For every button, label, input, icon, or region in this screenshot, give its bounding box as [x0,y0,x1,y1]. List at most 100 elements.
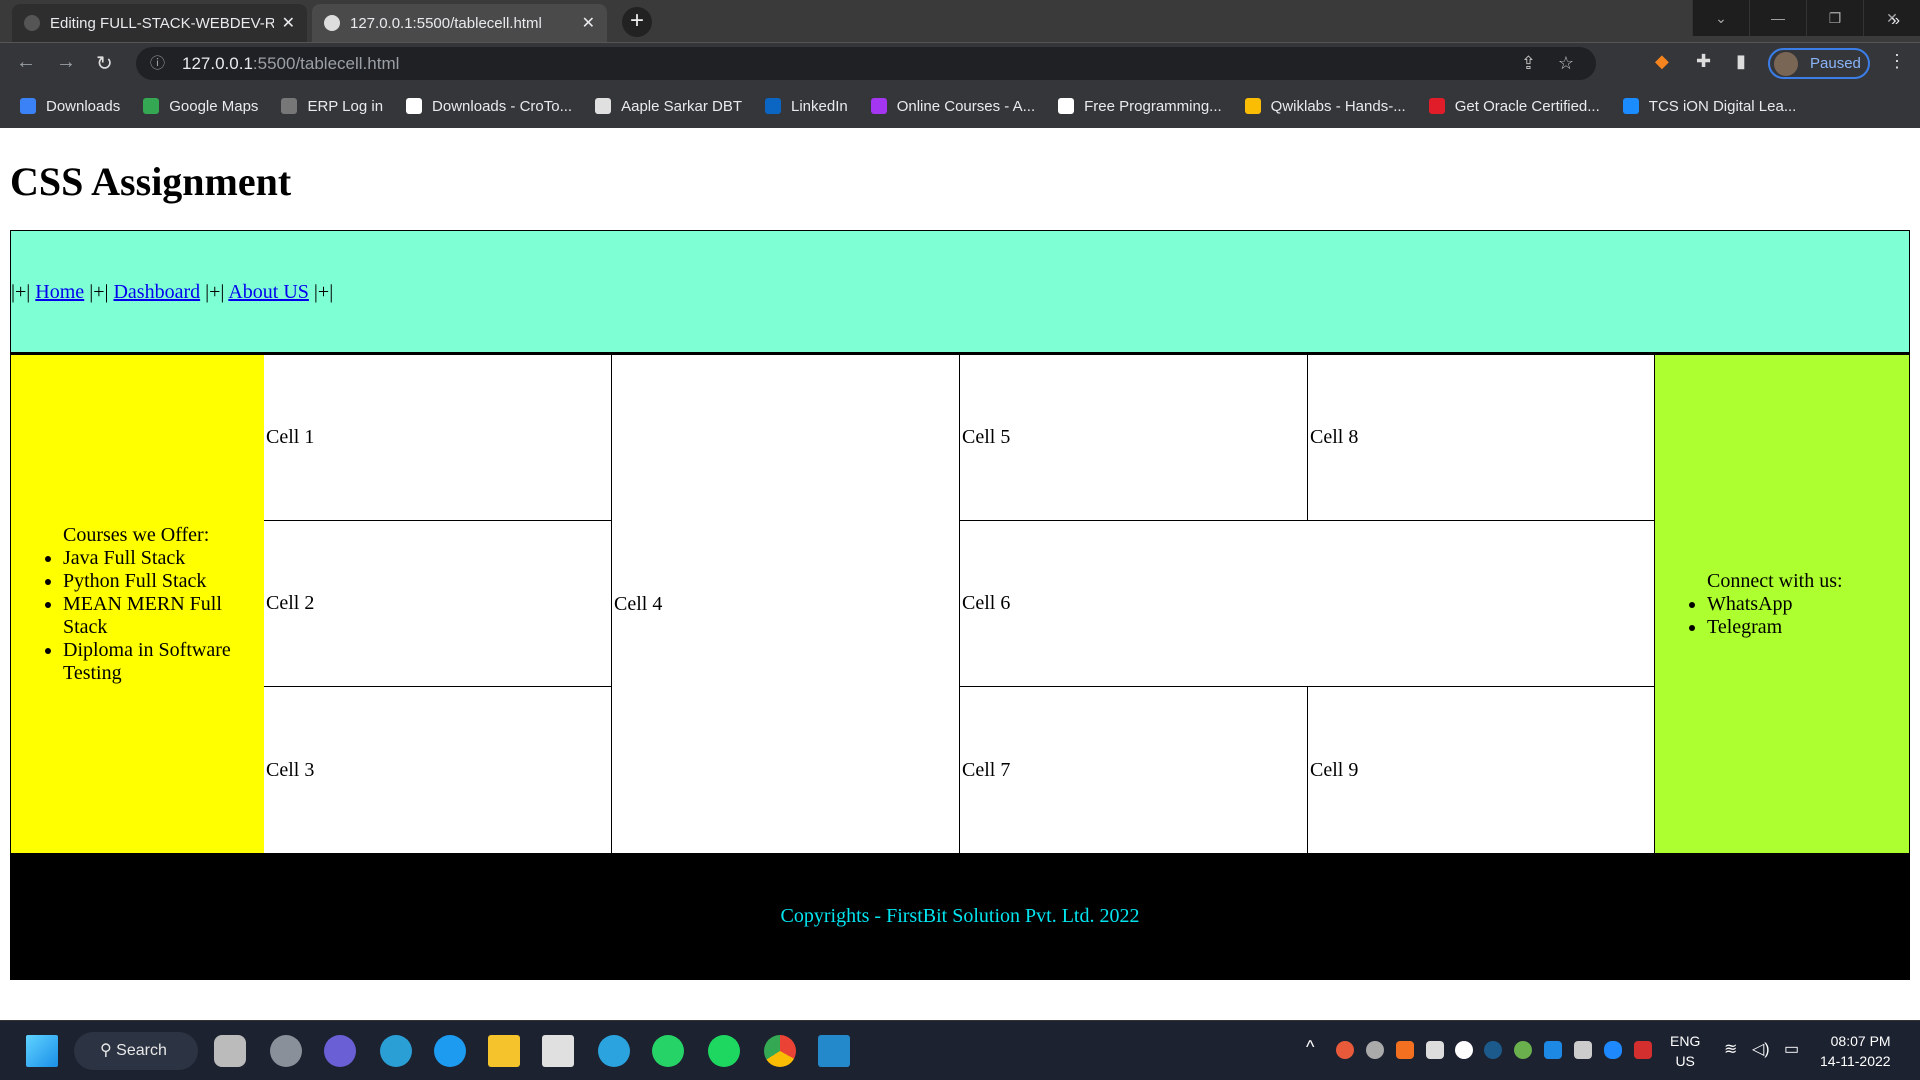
cell-1: Cell 1 [264,355,612,521]
extensions-puzzle-icon[interactable]: ✚ [1696,51,1711,72]
tab-github-editor[interactable]: Editing FULL-STACK-WEBDEV-RE ✕ [12,4,307,42]
share-icon[interactable]: ⇪ [1521,47,1536,80]
bookmark-favicon-icon [143,98,160,114]
weather-icon[interactable] [270,1035,302,1067]
bookmark-favicon-icon [281,98,298,114]
help-icon[interactable] [380,1035,412,1067]
cell-7: Cell 7 [960,687,1308,853]
bookmark-item[interactable]: Qwiklabs - Hands-... [1244,98,1406,115]
wd-icon[interactable] [1426,1041,1444,1059]
vscode-icon[interactable] [818,1035,850,1067]
task-view-icon[interactable] [214,1035,246,1067]
new-tab-button[interactable]: + [622,7,652,37]
connect-aside: Connect with us: WhatsApp Telegram [1655,355,1910,853]
forward-icon[interactable]: → [56,51,76,74]
site-header-nav: |+| Home |+| Dashboard |+| About US |+| [10,230,1910,355]
tray-app-icon[interactable] [1336,1041,1354,1059]
list-item: Diploma in Software Testing [63,639,253,685]
metamask-fox-icon[interactable]: ◆ [1655,51,1669,72]
snipping-tool-icon[interactable] [542,1035,574,1067]
menu-kebab-icon[interactable]: ⋮ [1888,51,1906,72]
bookmark-favicon-icon [1244,98,1261,114]
courses-list: Java Full Stack Python Full Stack MEAN M… [63,547,253,685]
tab-search-icon[interactable]: ⌄ [1692,0,1749,36]
bookmark-item[interactable]: Downloads - CroTo... [406,98,572,115]
whatsapp-icon[interactable] [652,1035,684,1067]
profile-button[interactable]: Paused [1768,48,1870,79]
more-bookmarks-button[interactable]: » [1891,12,1900,30]
spotify-icon[interactable] [708,1035,740,1067]
utorrent-icon[interactable] [1514,1041,1532,1059]
cell-2: Cell 2 [264,521,612,687]
courses-heading: Courses we Offer: [63,523,210,546]
cell-3: Cell 3 [264,687,612,853]
bluetooth-icon[interactable] [1604,1041,1622,1059]
chrome-icon[interactable] [764,1035,796,1067]
chevron-up-icon[interactable]: ^ [1306,1037,1314,1058]
side-panel-icon[interactable]: ▮ [1736,51,1746,72]
close-tab-icon[interactable]: ✕ [582,13,595,33]
connect-list: WhatsApp Telegram [1707,593,1843,639]
bookmark-favicon-icon [406,98,423,114]
restore-button[interactable]: ❐ [1806,0,1863,36]
list-item: Python Full Stack [63,570,253,593]
site-footer: Copyrights - FirstBit Solution Pvt. Ltd.… [10,853,1910,980]
tray-badge-icon[interactable] [1634,1041,1652,1059]
globe-icon [324,15,340,31]
security-shield-icon[interactable] [1544,1041,1562,1059]
nav-link-home[interactable]: Home [35,281,84,303]
cell-9: Cell 9 [1308,687,1655,853]
bookmark-favicon-icon [595,98,612,114]
windows-start-icon[interactable] [26,1035,58,1067]
q-app-icon[interactable] [1396,1041,1414,1059]
notifications-icon[interactable] [1574,1041,1592,1059]
cell-5: Cell 5 [960,355,1308,521]
language-indicator[interactable]: ENG US [1670,1031,1700,1071]
nav-link-about-us[interactable]: About US [228,281,309,303]
bookmark-item[interactable]: Online Courses - A... [870,98,1035,115]
github-icon [24,15,40,31]
browser-toolbar: ← → ↻ ⓘ 127.0.0.1:5500/tablecell.html ⇪ … [0,42,1920,84]
taskbar-search[interactable]: ⚲ Search [74,1032,198,1070]
bookmark-favicon-icon [870,98,887,114]
battery-icon[interactable]: ▭ [1784,1039,1799,1059]
volume-icon[interactable]: ◁) [1752,1039,1770,1059]
teams-chat-icon[interactable] [324,1035,356,1067]
copyright-text: Copyrights - FirstBit Solution Pvt. Ltd.… [780,905,1140,927]
tab-tablecell[interactable]: 127.0.0.1:5500/tablecell.html ✕ [312,4,607,42]
minimize-button[interactable]: — [1749,0,1806,36]
cloud-warning-icon[interactable] [1455,1041,1473,1059]
window-controls: ⌄ — ❐ ✕ [1692,0,1920,36]
bookmark-favicon-icon [1428,98,1445,114]
info-icon[interactable]: ⓘ [150,47,165,80]
bookmark-item[interactable]: Free Programming... [1058,98,1222,115]
courses-aside: Courses we Offer: Java Full Stack Python… [10,355,264,853]
bookmark-item[interactable]: ERP Log in [281,98,383,115]
bookmark-item[interactable]: Downloads [20,98,120,115]
nav-link-dashboard[interactable]: Dashboard [113,281,200,303]
back-icon[interactable]: ← [16,51,36,74]
bookmark-item[interactable]: TCS iON Digital Lea... [1622,98,1796,115]
twitter-icon[interactable] [434,1035,466,1067]
file-explorer-icon[interactable] [488,1035,520,1067]
wifi-icon[interactable]: ≋ [1724,1039,1737,1059]
reload-icon[interactable]: ↻ [96,51,113,76]
bookmark-item[interactable]: Get Oracle Certified... [1428,98,1600,115]
tab-strip: Editing FULL-STACK-WEBDEV-RE ✕ 127.0.0.1:… [0,0,1920,42]
bookmarks-bar: Downloads Google Maps ERP Log in Downloads … [0,84,1920,128]
list-item: MEAN MERN Full Stack [63,593,253,639]
clock[interactable]: 08:07 PM 14-11-2022 [1820,1031,1891,1071]
address-bar[interactable]: ⓘ 127.0.0.1:5500/tablecell.html ⇪ ☆ [136,47,1596,80]
bookmark-item[interactable]: Aaple Sarkar DBT [595,98,742,115]
cloud-error-icon[interactable] [1366,1041,1384,1059]
close-tab-icon[interactable]: ✕ [282,13,295,33]
bookmark-item[interactable]: Google Maps [143,98,258,115]
list-item: Java Full Stack [63,547,253,570]
connect-heading: Connect with us: [1707,569,1843,592]
telegram-icon[interactable] [598,1035,630,1067]
taskbar: ⚲ Search ^ ENG US ≋ ◁) ▭ 08:07 PM 14-11-20… [0,1020,1920,1080]
bookmark-star-icon[interactable]: ☆ [1558,47,1574,80]
steam-icon[interactable] [1484,1041,1502,1059]
content-grid: Courses we Offer: Java Full Stack Python… [10,355,1910,853]
bookmark-item[interactable]: LinkedIn [765,98,848,115]
